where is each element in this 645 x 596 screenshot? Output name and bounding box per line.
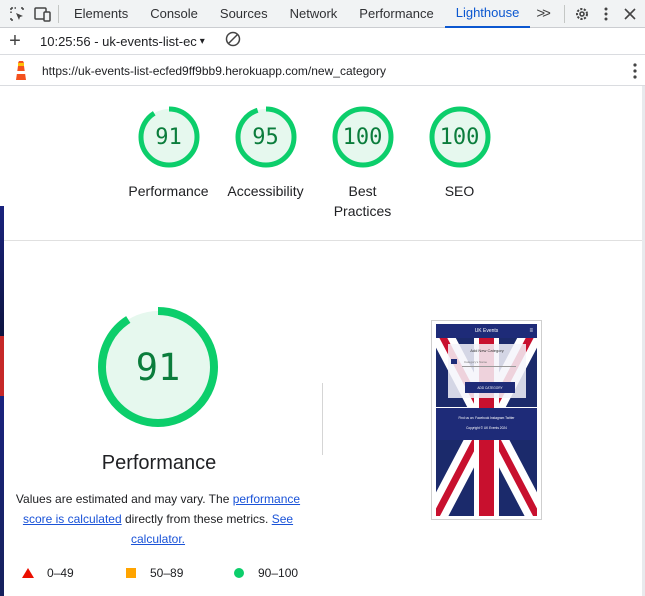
folder-icon <box>451 359 457 364</box>
devtools-tab-bar: Elements Console Sources Network Perform… <box>0 0 645 28</box>
thumb-footer-links: Find us on: Facebook Instagram Twitter <box>458 416 515 420</box>
tab-console[interactable]: Console <box>139 0 209 28</box>
legend-fail: 0–49 <box>22 566 126 580</box>
thumb-navbar: UK Events ≡ <box>436 324 537 338</box>
legend-range: 0–49 <box>47 566 74 580</box>
performance-big-gauge: 91 <box>96 305 220 429</box>
settings-gear-icon[interactable] <box>571 3 593 25</box>
score-gauges: 91 Performance 95 Accessibility 100 Best… <box>120 104 508 221</box>
gauge-label: SEO <box>444 183 475 199</box>
inspect-element-icon[interactable] <box>6 3 28 25</box>
legend-pass: 90–100 <box>234 566 298 580</box>
hamburger-icon: ≡ <box>529 328 533 334</box>
tab-lighthouse[interactable]: Lighthouse <box>444 0 531 28</box>
audited-url: https://uk-events-list-ecfed9ff9bb9.hero… <box>42 63 386 78</box>
new-report-button[interactable]: + <box>0 30 30 53</box>
vertical-divider <box>322 383 323 455</box>
performance-score: 91 <box>135 345 181 389</box>
page-background-strip <box>0 86 4 596</box>
gauge-score: 100 <box>439 124 480 150</box>
tab-separator <box>564 5 565 23</box>
desc-text: Values are estimated and may vary. The <box>15 492 233 506</box>
thumb-nav-title: UK Events <box>474 328 499 334</box>
gauge-seo[interactable]: 100 SEO <box>411 104 508 221</box>
more-options-icon[interactable] <box>595 3 617 25</box>
performance-title: Performance <box>101 452 217 474</box>
gauge-performance[interactable]: 91 Performance <box>120 104 217 221</box>
pass-circle-icon <box>234 568 244 578</box>
more-tabs-button[interactable]: >> <box>530 5 554 22</box>
report-select[interactable]: 10:25:56 - uk-events-list-ec ▾ <box>30 34 205 49</box>
screenshot-image: UK Events ≡ Add New Category Category's … <box>436 324 537 516</box>
chevron-down-icon: ▾ <box>199 35 205 47</box>
url-bar: https://uk-events-list-ecfed9ff9bb9.hero… <box>0 56 645 86</box>
legend-average: 50–89 <box>126 566 234 580</box>
gauge-label: Best Practices <box>333 183 392 219</box>
tab-sources[interactable]: Sources <box>209 0 279 28</box>
lighthouse-logo-icon <box>0 60 42 81</box>
gauge-label: Performance <box>128 183 209 199</box>
clear-reports-icon[interactable] <box>225 31 241 52</box>
final-screenshot-thumbnail[interactable]: UK Events ≡ Add New Category Category's … <box>431 320 542 520</box>
report-selector-bar: + 10:25:56 - uk-events-list-ec ▾ <box>0 28 645 55</box>
thumb-form-card: Add New Category Category's Name ADD CAT… <box>448 344 526 398</box>
gauge-label: Accessibility <box>227 183 304 199</box>
gauge-accessibility[interactable]: 95 Accessibility <box>217 104 314 221</box>
tab-network[interactable]: Network <box>279 0 349 28</box>
close-devtools-icon[interactable] <box>619 3 641 25</box>
desc-text: directly from these metrics. <box>121 512 272 526</box>
thumb-input: Category's Name <box>462 360 516 367</box>
thumb-card-title: Add New Category <box>470 348 504 353</box>
section-divider <box>4 240 642 241</box>
gauge-best-practices[interactable]: 100 Best Practices <box>314 104 411 221</box>
score-legend: 0–49 50–89 90–100 <box>22 566 298 580</box>
gauge-score: 95 <box>252 124 279 150</box>
thumb-footer: Find us on: Facebook Instagram Twitter C… <box>436 408 537 440</box>
fail-triangle-icon <box>22 568 34 578</box>
legend-range: 50–89 <box>150 566 184 580</box>
report-select-label: 10:25:56 - uk-events-list-ec <box>40 33 197 49</box>
performance-description: Values are estimated and may vary. The p… <box>8 489 308 549</box>
report-menu-icon[interactable] <box>633 63 637 84</box>
tab-performance[interactable]: Performance <box>348 0 444 28</box>
legend-range: 90–100 <box>258 566 299 580</box>
thumb-add-button: ADD CATEGORY <box>465 382 515 393</box>
tab-elements[interactable]: Elements <box>63 0 139 28</box>
gauge-score: 100 <box>342 124 383 150</box>
device-toolbar-icon[interactable] <box>32 3 54 25</box>
tab-separator <box>58 4 59 23</box>
thumb-copyright: Copyright © UK Events 2024 <box>466 426 507 430</box>
average-square-icon <box>126 568 136 578</box>
gauge-score: 91 <box>155 124 182 150</box>
lighthouse-report: 91 Performance 95 Accessibility 100 Best… <box>0 86 645 596</box>
